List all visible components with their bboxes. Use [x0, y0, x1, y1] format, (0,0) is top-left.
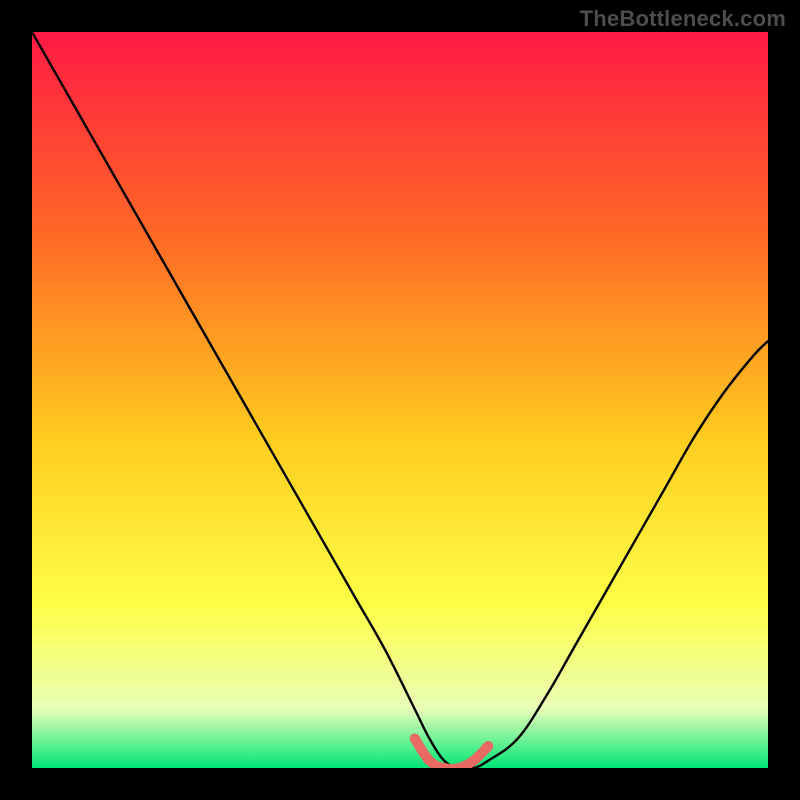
watermark-text: TheBottleneck.com	[580, 6, 786, 32]
frame-left	[0, 0, 32, 800]
frame-bottom	[0, 768, 800, 800]
plot-background	[32, 32, 768, 768]
chart-stage: TheBottleneck.com	[0, 0, 800, 800]
bottleneck-chart	[0, 0, 800, 800]
frame-right	[768, 0, 800, 800]
